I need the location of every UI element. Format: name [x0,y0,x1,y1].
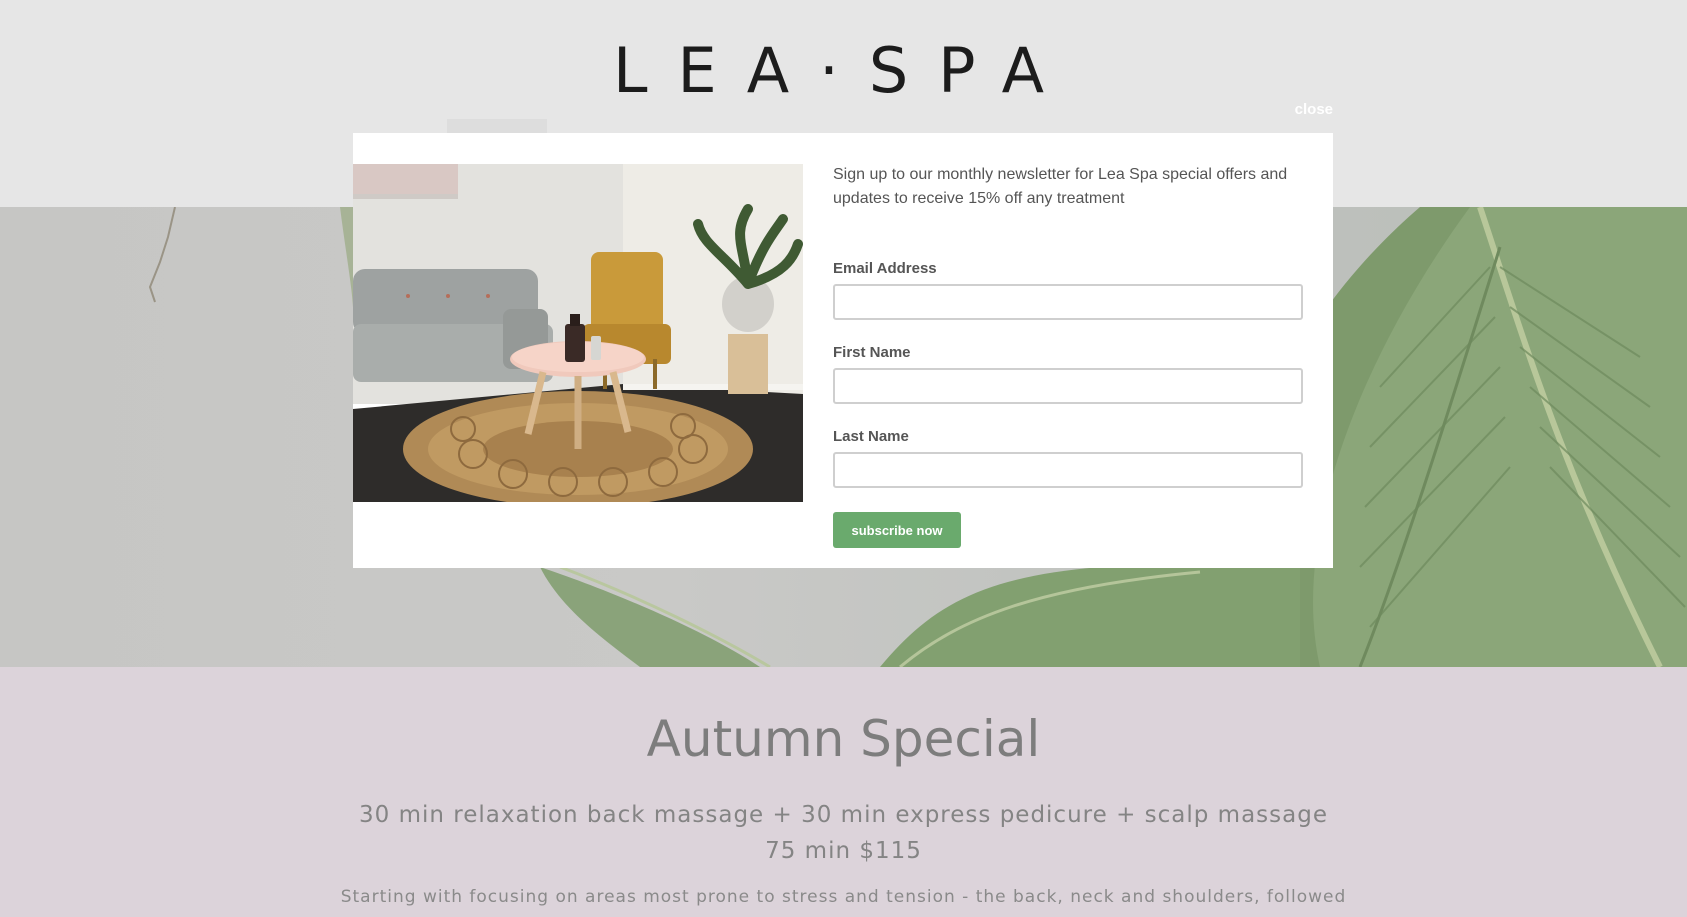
newsletter-intro: Sign up to our monthly newsletter for Le… [833,166,1288,207]
last-name-label: Last Name [833,428,909,445]
special-title: Autumn Special [646,710,1041,768]
subscribe-button[interactable]: subscribe now [833,512,961,548]
email-label: Email Address [833,260,937,277]
spa-room-photo [353,164,803,502]
site-logo[interactable]: LEA·SPA [0,36,1687,106]
spa-room-illustration [353,164,803,502]
first-name-label: First Name [833,344,911,361]
first-name-field[interactable] [833,368,1303,404]
last-name-field[interactable] [833,452,1303,488]
autumn-special-section: Autumn Special 30 min relaxation back ma… [0,667,1687,917]
email-field[interactable] [833,284,1303,320]
page: LEA·SPA Autumn Special 30 min relaxation… [0,0,1687,917]
special-description: Starting with focusing on areas most pro… [340,887,1347,907]
special-price: 75 min $115 [765,838,922,864]
newsletter-form: Sign up to our monthly newsletter for Le… [833,163,1303,548]
newsletter-modal: Sign up to our monthly newsletter for Le… [353,133,1333,568]
close-modal-link[interactable]: close [1280,101,1333,118]
special-subtitle: 30 min relaxation back massage + 30 min … [359,802,1328,828]
nav-placeholder [447,119,547,133]
